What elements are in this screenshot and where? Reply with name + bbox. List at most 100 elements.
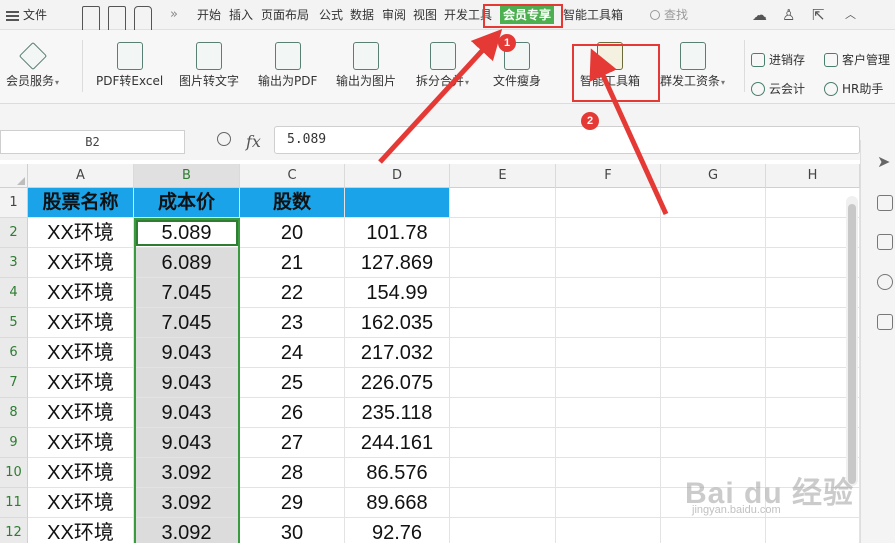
row-header[interactable]: 11: [0, 488, 28, 518]
backup-icon[interactable]: [877, 314, 893, 330]
table-header-cell[interactable]: [450, 188, 556, 218]
column-header-a[interactable]: A: [28, 164, 134, 188]
tab-data[interactable]: 数据: [350, 0, 374, 30]
cloud-icon[interactable]: ☁: [752, 0, 767, 30]
table-cell[interactable]: [661, 398, 766, 428]
table-cell[interactable]: XX环境: [28, 218, 134, 248]
table-cell[interactable]: 20: [240, 218, 345, 248]
zoom-icon[interactable]: [217, 132, 231, 146]
table-cell[interactable]: 89.668: [345, 488, 450, 518]
table-cell[interactable]: [661, 308, 766, 338]
pdf-to-excel-button[interactable]: PDF转Excel: [96, 42, 163, 88]
export-image-button[interactable]: 输出为图片: [336, 42, 396, 88]
table-cell[interactable]: [450, 308, 556, 338]
table-cell[interactable]: 7.045: [134, 308, 240, 338]
inventory-button[interactable]: 进销存: [751, 51, 805, 68]
table-cell[interactable]: [450, 458, 556, 488]
table-cell[interactable]: [450, 218, 556, 248]
tab-smart-toolbox[interactable]: 智能工具箱: [563, 0, 623, 30]
table-cell[interactable]: 28: [240, 458, 345, 488]
tab-formulas[interactable]: 公式: [319, 0, 343, 30]
row-header[interactable]: 9: [0, 428, 28, 458]
table-cell[interactable]: [450, 488, 556, 518]
table-cell[interactable]: 226.075: [345, 368, 450, 398]
table-cell[interactable]: [556, 308, 661, 338]
table-cell[interactable]: [661, 518, 766, 543]
help-icon[interactable]: [877, 274, 893, 290]
mass-payroll-button[interactable]: 群发工资条▾: [660, 42, 725, 90]
export-pdf-button[interactable]: 输出为PDF: [258, 42, 317, 88]
pointer-icon[interactable]: ➤: [877, 152, 893, 171]
member-service-button[interactable]: 会员服务▾: [6, 41, 59, 90]
row-header[interactable]: 1: [0, 188, 28, 218]
column-header-e[interactable]: E: [450, 164, 556, 188]
table-cell[interactable]: 29: [240, 488, 345, 518]
table-cell[interactable]: [556, 338, 661, 368]
table-cell[interactable]: XX环境: [28, 398, 134, 428]
table-cell[interactable]: XX环境: [28, 488, 134, 518]
image-to-text-button[interactable]: 图片转文字: [179, 42, 239, 88]
column-header-g[interactable]: G: [661, 164, 766, 188]
column-header-b[interactable]: B: [134, 164, 240, 188]
tab-member-exclusive[interactable]: 会员专享: [500, 6, 555, 24]
table-cell[interactable]: 9.043: [134, 338, 240, 368]
menu-overflow[interactable]: »: [170, 0, 178, 30]
table-cell[interactable]: XX环境: [28, 458, 134, 488]
table-header-cell[interactable]: [345, 188, 450, 218]
table-cell[interactable]: 217.032: [345, 338, 450, 368]
table-cell[interactable]: 21: [240, 248, 345, 278]
table-cell[interactable]: [556, 218, 661, 248]
tab-developer[interactable]: 开发工具: [444, 0, 492, 30]
split-merge-button[interactable]: 拆分合并▾: [416, 42, 469, 90]
row-header[interactable]: 4: [0, 278, 28, 308]
table-cell[interactable]: 7.045: [134, 278, 240, 308]
table-cell[interactable]: [450, 248, 556, 278]
table-cell[interactable]: 30: [240, 518, 345, 543]
table-cell[interactable]: 162.035: [345, 308, 450, 338]
table-header-cell[interactable]: 成本价: [134, 188, 240, 218]
table-cell[interactable]: [661, 218, 766, 248]
table-cell[interactable]: XX环境: [28, 428, 134, 458]
table-cell[interactable]: 9.043: [134, 428, 240, 458]
table-cell[interactable]: [556, 488, 661, 518]
table-cell[interactable]: [556, 428, 661, 458]
fx-icon[interactable]: fx: [246, 132, 261, 151]
table-cell[interactable]: [450, 518, 556, 543]
customer-mgmt-button[interactable]: 客户管理: [824, 51, 890, 68]
table-cell[interactable]: 3.092: [134, 458, 240, 488]
table-cell[interactable]: 5.089: [134, 218, 240, 248]
column-header-c[interactable]: C: [240, 164, 345, 188]
table-cell[interactable]: [661, 368, 766, 398]
select-all-corner[interactable]: [0, 164, 28, 188]
search-button[interactable]: 查找: [650, 0, 688, 30]
table-cell[interactable]: 9.043: [134, 368, 240, 398]
table-cell[interactable]: XX环境: [28, 368, 134, 398]
table-header-cell[interactable]: [661, 188, 766, 218]
table-cell[interactable]: [450, 278, 556, 308]
table-cell[interactable]: [450, 368, 556, 398]
table-cell[interactable]: XX环境: [28, 338, 134, 368]
row-header[interactable]: 8: [0, 398, 28, 428]
table-header-cell[interactable]: 股票名称: [28, 188, 134, 218]
table-cell[interactable]: 3.092: [134, 518, 240, 543]
row-header[interactable]: 7: [0, 368, 28, 398]
table-cell[interactable]: [556, 368, 661, 398]
tab-view[interactable]: 视图: [413, 0, 437, 30]
table-cell[interactable]: [661, 338, 766, 368]
name-box[interactable]: B2: [0, 130, 185, 154]
table-cell[interactable]: [661, 278, 766, 308]
table-cell[interactable]: 23: [240, 308, 345, 338]
formula-input[interactable]: 5.089: [274, 126, 860, 154]
table-cell[interactable]: [450, 428, 556, 458]
table-cell[interactable]: [661, 428, 766, 458]
tab-home[interactable]: 开始: [197, 0, 221, 30]
table-cell[interactable]: 86.576: [345, 458, 450, 488]
table-cell[interactable]: XX环境: [28, 278, 134, 308]
file-menu[interactable]: 文件: [6, 0, 47, 30]
vertical-scrollbar[interactable]: [846, 196, 858, 486]
collapse-icon[interactable]: ︿: [845, 0, 856, 30]
table-cell[interactable]: XX环境: [28, 518, 134, 543]
table-cell[interactable]: [556, 278, 661, 308]
table-cell[interactable]: [450, 398, 556, 428]
table-cell[interactable]: XX环境: [28, 308, 134, 338]
